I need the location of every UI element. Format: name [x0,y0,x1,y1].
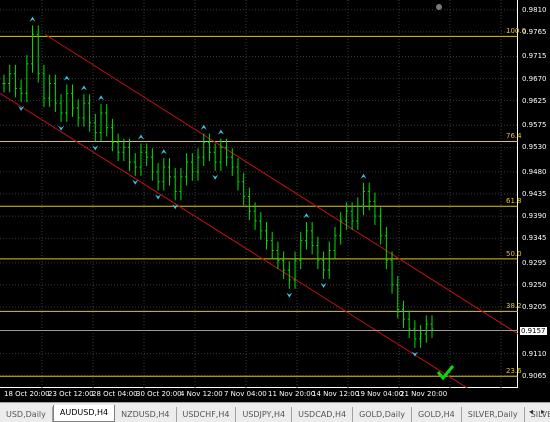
current-price-label: 0.9157 [520,326,547,335]
fractal-up-arrow [160,149,167,155]
chart-tab[interactable]: SILVER,Daily [461,407,525,422]
chart-tab[interactable]: GOLD,H4 [411,407,462,422]
chart-tab[interactable]: USDCAD,H4 [292,407,354,422]
price-axis-label: 0.9345 [522,234,547,243]
fractal-up-arrow [80,85,87,91]
time-axis-label: 21 Nov 20:00 [400,390,448,398]
fractal-down-arrow [212,174,219,180]
time-axis-label: 11 Nov 20:00 [268,390,316,398]
price-axis-label: 0.9530 [522,143,547,152]
price-axis-label: 0.9205 [522,302,547,311]
time-axis-label: 23 Oct 12:00 [48,390,94,398]
chart-tab[interactable]: NZDUSD,H4 [115,407,177,422]
fractal-down-arrow [155,194,162,200]
chart-tab[interactable]: AUDUSD,H4 [52,405,116,422]
price-axis-label: 0.9715 [522,52,547,61]
chart-tab[interactable]: GOLD,Daily [353,407,412,422]
price-axis-label: 0.9435 [522,190,547,198]
fractal-up-arrow [137,134,144,140]
chart-tab[interactable]: USD,Daily [0,407,53,422]
fractal-up-arrow [63,75,70,81]
price-axis-label: 0.9810 [522,5,547,14]
time-axis-label: 28 Oct 04:00 [92,390,138,398]
fractal-up-arrow [29,16,36,22]
tab-scroll-buttons: ◂ ▸ [526,406,548,418]
time-axis: 18 Oct 20:00 23 Oct 12:00 28 Oct 04:00 30 O… [0,388,518,402]
tab-scroll-left-icon[interactable]: ◂ [526,406,536,418]
price-axis-label: 0.9065 [522,371,547,380]
tab-scroll-right-icon[interactable]: ▸ [538,406,548,418]
price-chart[interactable] [0,0,518,388]
channel-upper-line [44,33,518,335]
price-axis-label: 0.9390 [522,212,547,221]
price-axis-label: 0.9250 [522,280,547,289]
time-axis-label: 18 Oct 20:00 [4,390,50,398]
fractal-up-arrow [303,213,310,219]
time-axis-label: 7 Nov 04:00 [224,390,267,398]
fractal-down-arrow [132,179,139,185]
chart-tab-bar: USD,Daily AUDUSD,H4 NZDUSD,H4 USDCHF,H4 USDJ… [0,402,550,422]
time-axis-label: 30 Oct 20:00 [136,390,182,398]
price-axis-label: 0.9625 [522,96,547,105]
fractal-down-arrow [286,292,293,298]
channel-lower-line [0,92,469,388]
price-axis-label: 0.9295 [522,258,547,267]
fractal-up-arrow [98,95,105,101]
price-axis-label: 0.9670 [522,74,547,83]
time-axis-label: 14 Nov 12:00 [312,390,360,398]
chart-tab[interactable]: USDJPY,H4 [236,407,293,422]
price-axis: 0.9810 0.9765 0.9715 0.9670 0.9625 0.9575 0.95… [518,0,550,388]
fractal-up-arrow [217,129,224,135]
time-axis-label: 19 Nov 04:00 [356,390,404,398]
price-axis-label: 0.9480 [522,167,547,176]
price-axis-label: 0.9765 [522,27,547,36]
price-axis-label: 0.9575 [522,121,547,130]
price-axis-label: 0.9110 [522,349,547,358]
fractal-up-arrow [360,173,367,179]
time-axis-label: 4 Nov 12:00 [180,390,223,398]
chart-tab[interactable]: USDCHF,H4 [176,407,237,422]
chart-area[interactable]: 100.0 76.4 61.8 50.0 38.2 23.6 [0,0,526,388]
chart-status-icon [436,4,442,10]
